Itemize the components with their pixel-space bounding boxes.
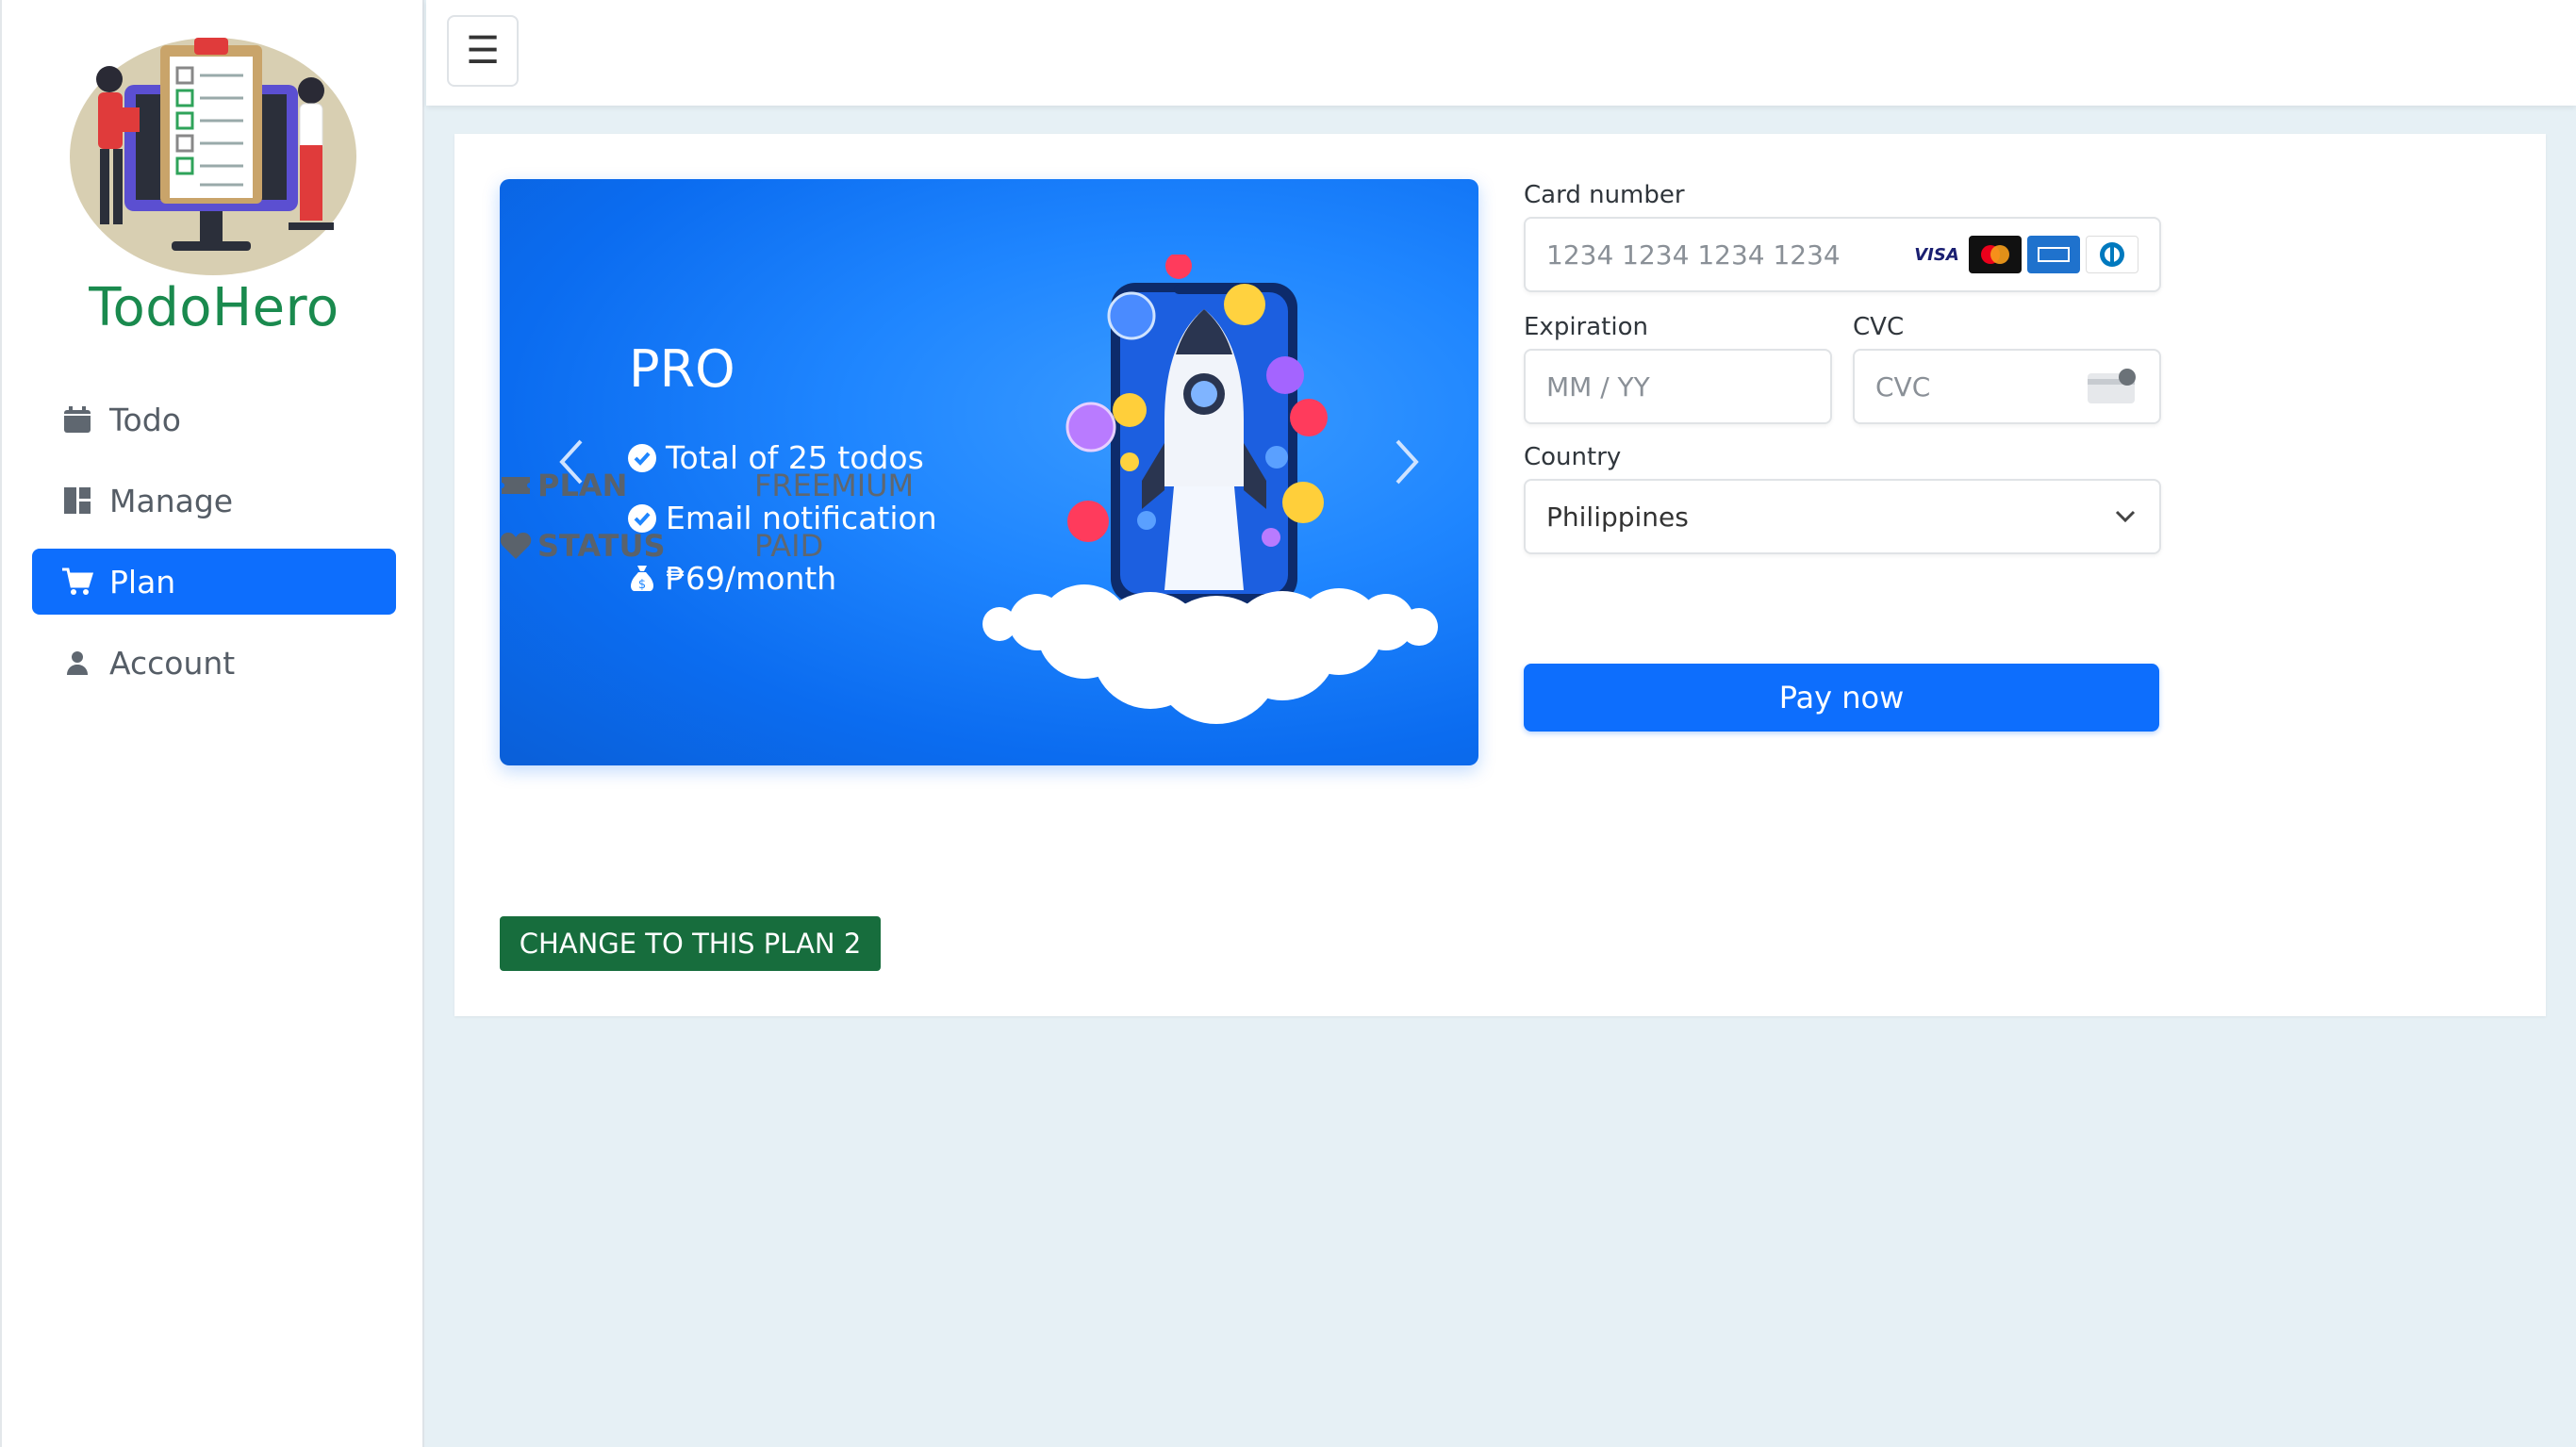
sidebar-item-label: Todo [109, 401, 181, 438]
sidebar-item-todo[interactable]: Todo [32, 386, 396, 452]
dashboard-icon [60, 484, 94, 518]
cvc-placeholder: CVC [1875, 370, 1931, 403]
card-number-input[interactable]: 1234 1234 1234 1234 VISA [1524, 217, 2161, 292]
country-label: Country [1524, 443, 1622, 471]
menu-toggle-button[interactable]: ☰ [447, 15, 519, 87]
cart-icon [60, 565, 94, 599]
pay-now-button[interactable]: Pay now [1524, 664, 2159, 732]
status-info-row: STATUS PAID [500, 528, 823, 564]
status-value: PAID [754, 528, 824, 564]
country-value: Philippines [1546, 501, 1689, 533]
card-brands: VISA [1910, 236, 2138, 273]
exp-cvc-row: Expiration MM / YY CVC CVC [1524, 313, 2161, 424]
svg-text:$: $ [638, 578, 646, 592]
chevron-down-icon [2115, 510, 2136, 523]
expiration-placeholder: MM / YY [1546, 370, 1650, 403]
topbar: ☰ [426, 0, 2576, 106]
brand-name: TodoHero [89, 277, 339, 338]
ticket-icon [502, 477, 530, 494]
change-plan-button[interactable]: CHANGE TO THIS PLAN 2 [500, 916, 881, 971]
plan-value: FREEMIUM [754, 468, 915, 503]
diners-icon [2086, 236, 2138, 273]
payment-form: Card number 1234 1234 1234 1234 VISA Exp… [1524, 172, 2161, 732]
sidebar-item-account[interactable]: Account [32, 630, 396, 696]
cvc-input[interactable]: CVC [1853, 349, 2161, 424]
app-logo [68, 32, 358, 275]
card-number-placeholder: 1234 1234 1234 1234 [1546, 238, 1841, 271]
mastercard-icon [1969, 236, 2022, 273]
visa-icon: VISA [1914, 244, 1959, 265]
rocket-illustration [983, 255, 1438, 724]
feature-item: $ ₱69/month [626, 560, 836, 597]
plan-name: PRO [629, 339, 735, 399]
cvc-label: CVC [1853, 313, 1905, 341]
sidebar-nav: Todo Manage Plan Account [32, 386, 396, 711]
status-label: STATUS [500, 528, 754, 564]
sidebar-item-manage[interactable]: Manage [32, 468, 396, 534]
card-number-label: Card number [1524, 181, 1685, 209]
sidebar-item-label: Plan [109, 563, 176, 600]
plan-card: PRO Total of 25 todos Email notification… [454, 134, 2546, 1016]
sidebar-item-label: Account [109, 644, 236, 682]
country-select[interactable]: Philippines [1524, 479, 2161, 554]
expiration-label: Expiration [1524, 313, 1648, 341]
sidebar-item-label: Manage [109, 482, 234, 519]
sidebar-item-plan[interactable]: Plan [32, 549, 396, 615]
calendar-icon [60, 403, 94, 436]
plan-info-row: PLAN FREEMIUM [500, 468, 914, 503]
expiration-input[interactable]: MM / YY [1524, 349, 1832, 424]
cvc-card-icon [2088, 369, 2136, 403]
plan-label: PLAN [500, 468, 754, 503]
money-bag-icon: $ [631, 565, 653, 592]
sidebar: TodoHero Todo Manage Plan Account [0, 0, 424, 1447]
hamburger-icon: ☰ [466, 30, 500, 72]
amex-icon [2027, 236, 2080, 273]
heart-icon [500, 533, 532, 559]
user-icon [60, 646, 94, 680]
